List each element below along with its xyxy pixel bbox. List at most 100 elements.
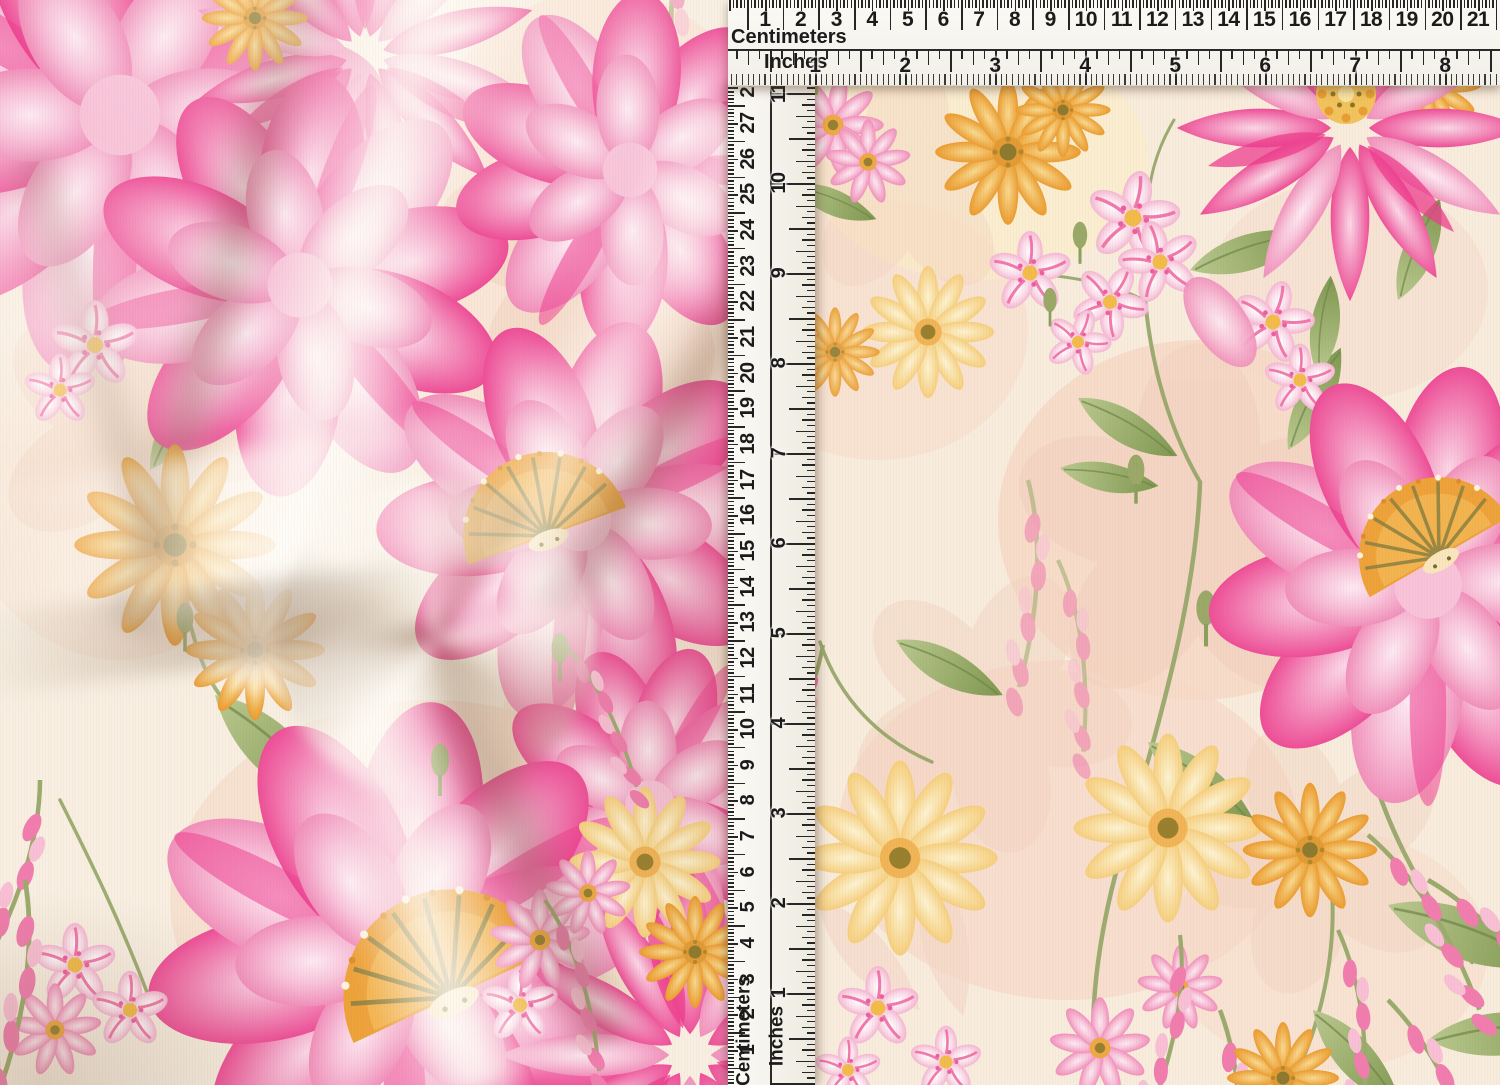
ruler-tick: [802, 374, 815, 376]
ruler-tick: [947, 0, 949, 8]
ruler-tick: [843, 74, 844, 85]
ruler-tick: [807, 672, 815, 673]
ruler-tick: [1439, 0, 1441, 8]
ruler-tick: [950, 74, 951, 85]
ruler-tick: [807, 819, 815, 820]
ruler-tick: [807, 211, 815, 212]
ruler-tick: [1074, 74, 1075, 85]
ruler-tick: [807, 762, 815, 763]
ruler-tick: [728, 323, 734, 325]
ruler-tick: [728, 608, 734, 610]
cm-number-label: 12: [1146, 9, 1168, 30]
ruler-tick: [1456, 49, 1458, 59]
ruler-tick: [1034, 74, 1035, 85]
cm-number-label: 27: [738, 112, 758, 133]
ruler-tick: [728, 98, 734, 100]
ruler-tick: [894, 74, 895, 85]
ruler-tick: [975, 0, 977, 8]
ruler-tick: [1057, 74, 1058, 85]
ruler-tick: [728, 469, 734, 471]
cm-number-label: 25: [738, 184, 758, 205]
cm-number-label: 8: [738, 795, 758, 806]
ruler-tick: [1136, 0, 1138, 8]
ruler-tick: [728, 779, 734, 781]
ruler-tick: [1428, 74, 1429, 85]
ruler-tick: [1130, 49, 1132, 72]
ruler-tick: [728, 601, 734, 603]
ruler-tick: [753, 74, 754, 85]
ruler-tick: [807, 852, 815, 853]
ruler-tick: [728, 376, 734, 378]
ruler-tick: [807, 909, 815, 910]
ruler-tick: [728, 715, 734, 717]
ruler-tick: [807, 830, 815, 831]
ruler-tick: [1375, 0, 1377, 8]
ruler-tick: [1186, 49, 1188, 59]
ruler-tick: [807, 639, 815, 640]
ruler-tick: [1271, 74, 1272, 85]
ruler-tick: [1482, 0, 1484, 8]
ruler-tick: [833, 0, 835, 8]
ruler-tick: [883, 74, 884, 85]
ruler-tick: [728, 237, 734, 239]
ruler-tick: [758, 0, 760, 8]
ruler-tick: [728, 497, 745, 499]
ruler-tick: [754, 0, 756, 8]
ruler-tick: [728, 818, 745, 820]
ruler-tick: [728, 319, 745, 321]
ruler-tick: [1456, 74, 1457, 85]
ruler-tick: [736, 0, 738, 8]
ruler-tick: [1175, 0, 1177, 30]
ruler-tick: [728, 915, 734, 917]
ruler-tick: [796, 521, 815, 523]
ruler-tick: [838, 49, 840, 65]
ruler-tick: [728, 226, 734, 228]
cm-number-label: 11: [1111, 9, 1132, 30]
ruler-tick: [1389, 49, 1391, 59]
ruler-tick: [1285, 0, 1287, 8]
cm-number-label: 10: [1075, 9, 1097, 30]
ruler-tick: [1367, 0, 1369, 8]
ruler-tick: [807, 942, 815, 943]
ruler-tick: [1139, 0, 1141, 30]
cm-number-label: 1: [738, 1045, 758, 1056]
ruler-tick: [1321, 74, 1322, 85]
ruler-tick: [807, 436, 815, 437]
ruler-tick: [1299, 74, 1300, 85]
ruler-tick: [854, 74, 855, 85]
cm-number-label: 20: [1431, 9, 1453, 30]
ruler-tick: [796, 1016, 815, 1018]
ruler-tick: [807, 177, 815, 178]
ruler-tick: [728, 964, 734, 966]
ruler-tick: [807, 481, 815, 482]
inch-number-label: 5: [1169, 55, 1180, 76]
ruler-tick: [728, 212, 745, 214]
ruler-tick: [802, 127, 815, 129]
ruler-tick: [728, 939, 734, 941]
ruler-tick: [728, 191, 734, 193]
ruler-tick: [728, 669, 734, 671]
ruler-tick: [879, 0, 881, 8]
ruler-tick: [728, 733, 734, 735]
ruler-tick: [802, 1004, 815, 1006]
ruler-tick: [728, 312, 734, 314]
cm-number-label: 16: [1289, 9, 1311, 30]
ruler-tick: [1225, 0, 1227, 8]
ruler-tick: [748, 74, 749, 85]
ruler-tick: [802, 464, 815, 466]
ruler-tick: [807, 627, 815, 628]
ruler-tick: [928, 74, 929, 85]
ruler-tick: [790, 0, 792, 8]
inch-number-label: 8: [1439, 55, 1450, 76]
ruler-tick: [798, 74, 799, 85]
ruler-tick: [802, 577, 815, 579]
ruler-tick: [915, 0, 917, 8]
ruler-tick: [1114, 0, 1116, 8]
ruler-tick: [807, 1077, 815, 1078]
ruler-tick: [1275, 0, 1277, 8]
ruler-tick: [802, 1072, 815, 1074]
ruler-tick: [1108, 74, 1109, 85]
ruler-tick: [728, 918, 734, 920]
ruler-tick: [807, 796, 815, 797]
ruler-tick: [1100, 0, 1102, 8]
